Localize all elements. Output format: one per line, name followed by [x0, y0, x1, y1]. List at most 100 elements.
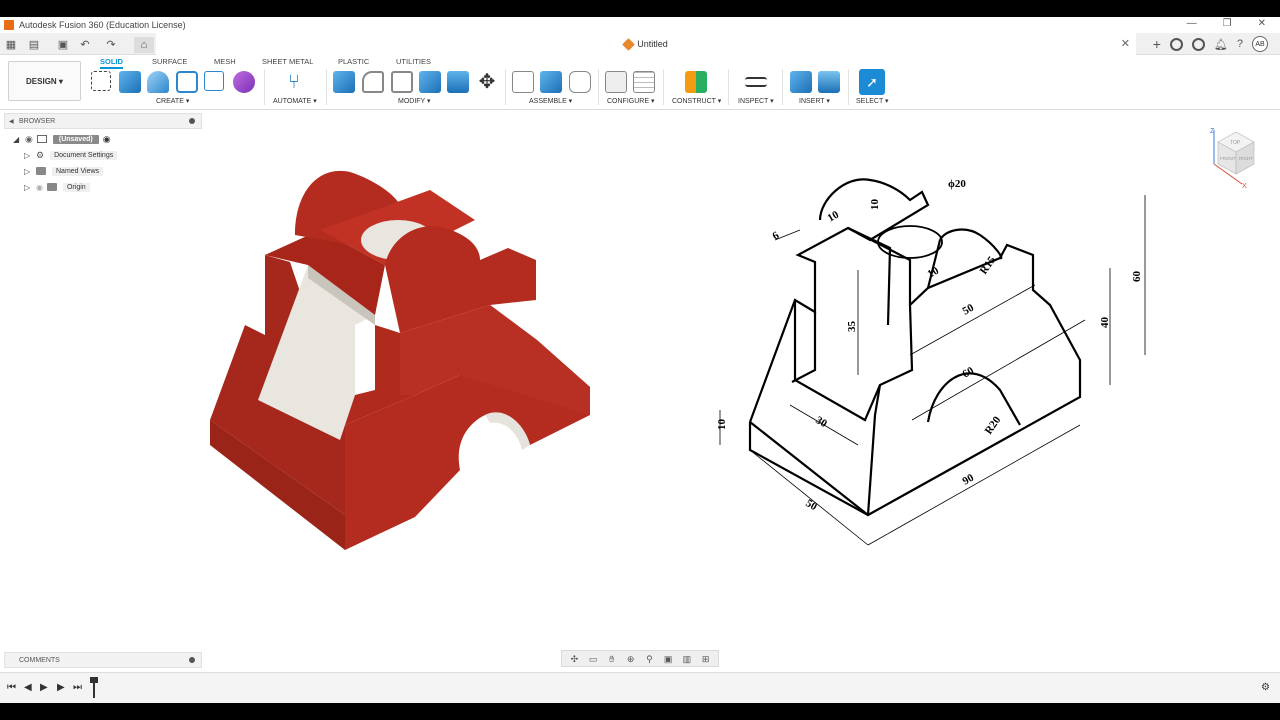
- combine-icon[interactable]: [447, 71, 469, 93]
- visibility-eye-icon[interactable]: ◉: [25, 134, 33, 145]
- insert-derive-icon[interactable]: [790, 71, 812, 93]
- fillet-icon[interactable]: [362, 71, 384, 93]
- expand-triangle-icon[interactable]: ▷: [24, 167, 36, 176]
- create-form-icon[interactable]: [233, 71, 255, 93]
- insert-menu[interactable]: INSERT ▾: [799, 97, 830, 105]
- divider: [326, 69, 327, 105]
- configure-menu[interactable]: CONFIGURE ▾: [607, 97, 654, 105]
- extrude-icon[interactable]: [119, 71, 141, 93]
- hidden-eye-icon[interactable]: ◉: [36, 183, 43, 192]
- file-menu-icon[interactable]: ▤: [27, 37, 41, 51]
- rectangular-pattern-icon[interactable]: [204, 71, 224, 91]
- maximize-icon[interactable]: ❐: [1223, 18, 1232, 29]
- document-title: Untitled: [637, 39, 668, 49]
- create-menu[interactable]: CREATE ▾: [156, 97, 189, 105]
- job-status-icon[interactable]: [1191, 37, 1205, 51]
- move-copy-icon[interactable]: ✥: [476, 71, 498, 93]
- hole-icon[interactable]: [176, 71, 198, 93]
- timeline-marker-head[interactable]: [90, 677, 98, 683]
- panel-pin-icon[interactable]: [189, 118, 195, 124]
- minimize-icon[interactable]: —: [1187, 18, 1197, 29]
- close-window-icon[interactable]: ✕: [1258, 18, 1266, 29]
- close-tab-icon[interactable]: ✕: [1121, 37, 1130, 50]
- configuration-table-icon[interactable]: [633, 71, 655, 93]
- fit-zoom-icon[interactable]: ⚲: [643, 654, 655, 664]
- panel-pin-icon[interactable]: [189, 657, 195, 663]
- redo-icon[interactable]: ↷: [104, 37, 118, 51]
- save-icon[interactable]: ▣: [56, 37, 70, 51]
- go-to-end-icon[interactable]: ⏭: [73, 682, 82, 693]
- revolve-icon[interactable]: [147, 71, 169, 93]
- divider: [264, 69, 265, 105]
- dim-label: 30: [814, 414, 830, 430]
- press-pull-icon[interactable]: [333, 71, 355, 93]
- viewcube-front-label: FRONT: [1220, 156, 1236, 161]
- 3d-model-render[interactable]: [200, 150, 600, 560]
- comments-panel-header[interactable]: COMMENTS: [4, 652, 202, 668]
- go-to-start-icon[interactable]: ⏮: [7, 682, 16, 693]
- title-bar: Autodesk Fusion 360 (Education License) …: [0, 17, 1280, 33]
- shell-icon[interactable]: [419, 71, 441, 93]
- dim-label: R15: [978, 254, 999, 277]
- browser-root-row[interactable]: ◢ ◉ (Unsaved) ◉: [13, 132, 111, 146]
- tab-sheet-metal[interactable]: SHEET METAL: [262, 57, 313, 66]
- insert-canvas-icon[interactable]: [818, 71, 840, 93]
- measure-icon[interactable]: [745, 77, 767, 87]
- offset-plane-icon[interactable]: [685, 71, 707, 93]
- home-icon[interactable]: ⌂: [134, 37, 154, 53]
- expand-triangle-icon[interactable]: ▷: [24, 183, 36, 192]
- workspace-switcher[interactable]: DESIGN ▾: [8, 61, 81, 101]
- automate-icon[interactable]: ⑂: [283, 71, 305, 93]
- joint-icon[interactable]: [540, 71, 562, 93]
- select-cursor-icon[interactable]: ➚: [859, 69, 885, 95]
- construct-menu[interactable]: CONSTRUCT ▾: [672, 97, 721, 105]
- step-back-icon[interactable]: ◀: [24, 682, 32, 693]
- timeline-settings-gear-icon[interactable]: ⚙: [1261, 682, 1270, 693]
- viewports-icon[interactable]: ⊞: [700, 654, 712, 664]
- browser-panel-header[interactable]: ◀ BROWSER: [4, 113, 202, 129]
- look-at-icon[interactable]: ▭: [587, 654, 599, 664]
- create-sketch-icon[interactable]: [91, 71, 111, 91]
- new-tab-plus-icon[interactable]: +: [1153, 36, 1161, 52]
- tab-mesh[interactable]: MESH: [214, 57, 236, 66]
- play-icon[interactable]: ▶: [40, 682, 48, 693]
- modify-menu[interactable]: MODIFY ▾: [398, 97, 431, 105]
- as-built-joint-icon[interactable]: [569, 71, 591, 93]
- undo-icon[interactable]: ↶: [78, 37, 92, 51]
- viewcube[interactable]: Z X TOP FRONT RIGHT: [1206, 124, 1266, 190]
- browser-item-named-views[interactable]: ▷ Named Views: [24, 164, 104, 178]
- gear-icon: ⚙: [36, 149, 45, 160]
- activate-radio-icon[interactable]: ◉: [103, 134, 111, 145]
- user-avatar[interactable]: AB: [1252, 36, 1268, 52]
- grid-settings-icon[interactable]: ▥: [681, 654, 693, 664]
- expand-triangle-icon[interactable]: ▷: [24, 151, 36, 160]
- collapse-triangle-icon[interactable]: ◀: [9, 118, 14, 125]
- configure-icon[interactable]: [605, 71, 627, 93]
- help-icon[interactable]: ?: [1237, 38, 1243, 50]
- viewcube-right-label: RIGHT: [1239, 156, 1253, 161]
- pan-hand-icon[interactable]: ✋︎: [606, 654, 618, 664]
- toolbar-ribbon: DESIGN ▾ SOLID SURFACE MESH SHEET METAL …: [0, 55, 1280, 110]
- tab-surface[interactable]: SURFACE: [152, 57, 187, 66]
- technical-drawing[interactable]: ϕ20 10 10 6 R15 10 50 35 60 40 60 30 R20…: [700, 160, 1170, 560]
- tab-solid[interactable]: SOLID: [100, 57, 123, 69]
- automate-menu[interactable]: AUTOMATE ▾: [273, 97, 317, 105]
- tab-utilities[interactable]: UTILITIES: [396, 57, 431, 66]
- select-menu[interactable]: SELECT ▾: [856, 97, 889, 105]
- browser-item-origin[interactable]: ▷ ◉ Origin: [24, 180, 90, 194]
- assemble-menu[interactable]: ASSEMBLE ▾: [529, 97, 572, 105]
- chamfer-icon[interactable]: [391, 71, 413, 93]
- zoom-icon[interactable]: ⊕: [625, 654, 637, 664]
- extensions-icon[interactable]: [1169, 37, 1183, 51]
- step-forward-icon[interactable]: ▶: [57, 682, 65, 693]
- expand-triangle-icon[interactable]: ◢: [13, 135, 25, 144]
- orbit-icon[interactable]: ✣: [568, 654, 580, 664]
- browser-item-document-settings[interactable]: ▷ ⚙ Document Settings: [24, 148, 118, 162]
- new-component-icon[interactable]: [512, 71, 534, 93]
- notifications-bell-icon[interactable]: 🔔︎: [1214, 38, 1228, 51]
- tab-plastic[interactable]: PLASTIC: [338, 57, 369, 66]
- data-panel-grid-icon[interactable]: ▦: [4, 37, 18, 51]
- document-tab[interactable]: Untitled ✕: [156, 33, 1136, 55]
- display-settings-icon[interactable]: ▣: [662, 654, 674, 664]
- inspect-menu[interactable]: INSPECT ▾: [738, 97, 774, 105]
